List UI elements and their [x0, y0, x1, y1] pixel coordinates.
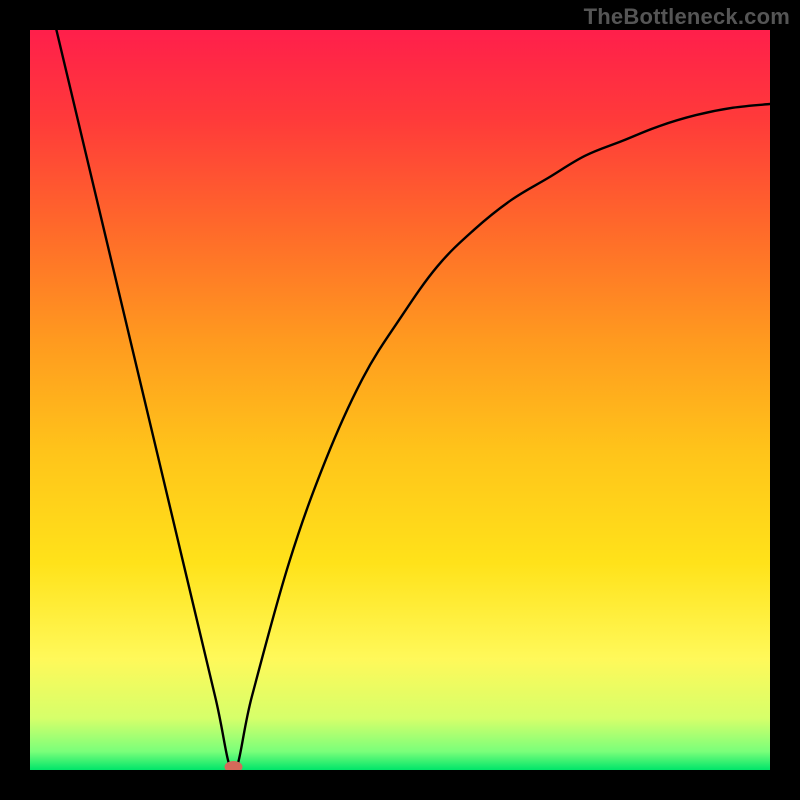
chart-background — [30, 30, 770, 770]
chart-plot-area — [30, 30, 770, 770]
watermark-text: TheBottleneck.com — [584, 4, 790, 30]
chart-frame: TheBottleneck.com — [0, 0, 800, 800]
chart-svg — [30, 30, 770, 770]
